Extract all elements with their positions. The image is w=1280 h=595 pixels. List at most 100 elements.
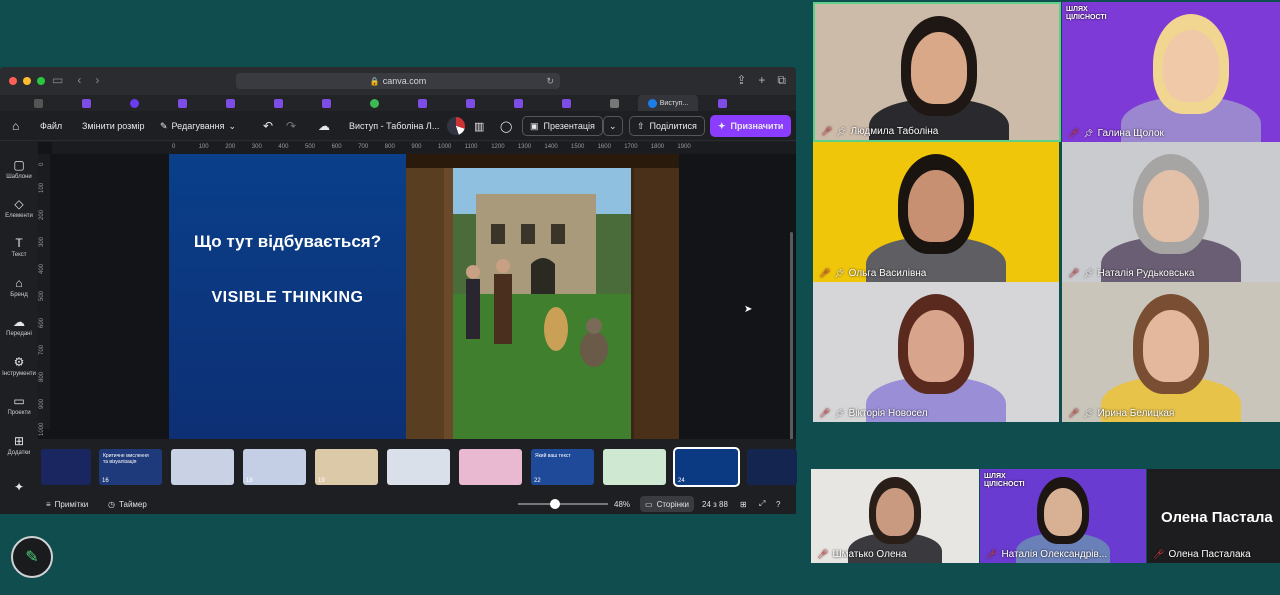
participant-tile[interactable]: Олена Пастала 🎤︎ Олена Пасталака — [1147, 469, 1280, 563]
resize-button[interactable]: Змінити розмір — [82, 111, 145, 141]
minimize-window-button[interactable] — [23, 77, 31, 85]
file-menu[interactable]: Файл — [40, 111, 62, 141]
share-icon[interactable]: ⇪ — [736, 73, 746, 88]
background-banner-text: ШЛЯХ ЦІЛІСНОСТІ — [1066, 6, 1107, 21]
participant-tile[interactable]: 🎤︎ 📌︎ Вікторія Новосел — [813, 282, 1059, 422]
tab-favicon-icon — [561, 98, 571, 108]
page-thumbnail[interactable]: 18 — [243, 449, 306, 485]
browser-tab[interactable] — [158, 95, 206, 111]
cloud-save-icon[interactable]: ☁ — [318, 111, 330, 141]
rail-item[interactable]: ⊞ Додатки — [0, 434, 38, 456]
browser-tab[interactable] — [698, 95, 746, 111]
pages-button[interactable]: ▭ Сторінки — [640, 496, 694, 512]
pencil-icon: ✎ — [25, 549, 39, 566]
browser-tab[interactable] — [590, 95, 638, 111]
page-thumbnail[interactable]: Критичне мислення та візуалізація 16 — [99, 449, 162, 485]
assign-button[interactable]: ✦ Призначити — [710, 115, 792, 137]
tab-overview-icon[interactable]: ⧉ — [777, 73, 786, 88]
url-text: canva.com — [382, 76, 427, 86]
muted-mic-icon: 🎤︎ — [1153, 549, 1165, 559]
participant-tile[interactable]: ШЛЯХ ЦІЛІСНОСТІ 🎤︎ Наталія Олександрів... — [980, 469, 1146, 563]
rail-item-label: Інструменти — [2, 371, 36, 377]
analytics-icon[interactable]: ▥ — [474, 111, 484, 141]
rail-item[interactable]: ☁ Передані — [0, 315, 38, 337]
close-window-button[interactable] — [9, 77, 17, 85]
address-bar[interactable]: 🔒 canva.com ↻ — [236, 73, 560, 89]
reload-icon[interactable]: ↻ — [546, 73, 554, 89]
browser-tab[interactable] — [446, 95, 494, 111]
slide-question[interactable]: Що тут відбувається? — [169, 232, 406, 252]
pencil-icon: ✎ — [160, 120, 168, 131]
presentation-button[interactable]: ▣ Презентація — [522, 116, 603, 136]
comment-icon[interactable]: ◯ — [500, 111, 512, 141]
annotate-pencil-button[interactable]: ✎ — [11, 536, 53, 578]
page-thumbnail[interactable] — [603, 449, 666, 485]
zoom-slider[interactable] — [518, 494, 608, 514]
page-thumbnail[interactable] — [41, 449, 91, 485]
browser-tab[interactable] — [14, 95, 62, 111]
page-thumbnail[interactable] — [459, 449, 522, 485]
sidebar-toggle-icon[interactable]: ▭ — [52, 73, 63, 87]
browser-tab[interactable] — [206, 95, 254, 111]
ruler-tick-label: 800 — [384, 144, 395, 150]
rail-item[interactable]: ◇ Елементи — [0, 197, 38, 219]
assign-icon: ✦ — [718, 120, 726, 131]
slide-image-door[interactable] — [406, 154, 679, 441]
new-tab-icon[interactable]: + — [758, 73, 765, 88]
presentation-options-button[interactable]: ⌄ — [603, 116, 623, 136]
editing-dropdown[interactable]: ✎ Редагування ⌄ — [160, 111, 236, 141]
zoom-slider-handle[interactable] — [550, 499, 560, 509]
page-thumbnail[interactable]: Який ваш текст 22 — [531, 449, 594, 485]
slide-subtitle[interactable]: VISIBLE THINKING — [169, 289, 406, 307]
user-avatar[interactable] — [447, 117, 465, 135]
browser-tab[interactable] — [398, 95, 446, 111]
canvas-vertical-scrollbar[interactable] — [790, 232, 793, 472]
pin-icon: 📌︎ — [836, 127, 847, 136]
browser-tab[interactable] — [542, 95, 590, 111]
rail-item[interactable]: ▢ Шаблони — [0, 158, 38, 180]
participant-tile[interactable]: 🎤︎ 📌︎ Наталія Рудьковська — [1062, 142, 1280, 282]
timer-button[interactable]: ◷ Таймер — [108, 494, 147, 514]
redo-icon[interactable]: ↷ — [286, 111, 296, 141]
share-button[interactable]: ⇧ Поділитися — [629, 116, 705, 136]
page-thumbnail[interactable]: 24 — [673, 447, 740, 487]
page-thumbnail[interactable] — [171, 449, 234, 485]
tab-favicon-icon — [417, 98, 427, 108]
document-title[interactable]: Виступ - Таболіна Л... — [349, 111, 439, 141]
back-icon[interactable]: ‹ — [77, 73, 81, 87]
ruler-tick-label: 1600 — [597, 144, 611, 150]
grid-view-icon[interactable]: ⊞ — [740, 494, 747, 514]
rail-item-label: Проекти — [7, 410, 31, 416]
participant-tile[interactable]: 🎤︎ 📌︎ Ольга Василівна — [813, 142, 1059, 282]
help-icon[interactable]: ? — [776, 494, 780, 514]
page-thumbnail[interactable] — [387, 449, 450, 485]
current-slide[interactable]: Що тут відбувається? VISIBLE THINKING — [169, 154, 679, 441]
browser-tab[interactable] — [110, 95, 158, 111]
browser-tab[interactable] — [254, 95, 302, 111]
rail-item[interactable]: ⌂ Бренд — [0, 276, 38, 298]
zoom-level[interactable]: 48% — [614, 494, 630, 514]
participant-tile[interactable]: ШЛЯХ ЦІЛІСНОСТІ 🎤︎ 📌︎ Галина Щолок — [1062, 2, 1280, 142]
rail-item[interactable]: ⚙ Інструменти — [0, 355, 38, 377]
undo-icon[interactable]: ↶ — [263, 111, 273, 141]
participant-tile[interactable]: 🎤︎ Шматько Олена — [811, 469, 979, 563]
fullscreen-icon[interactable]: ⤢ — [759, 494, 765, 514]
page-thumbnail[interactable]: 19 — [315, 449, 378, 485]
zoom-window-button[interactable] — [37, 77, 45, 85]
timer-label: Таймер — [118, 499, 147, 509]
browser-tab[interactable] — [302, 95, 350, 111]
rail-item[interactable]: ▭ Проекти — [0, 394, 38, 416]
browser-tab[interactable] — [350, 95, 398, 111]
forward-icon[interactable]: › — [95, 73, 99, 87]
notes-button[interactable]: ≡ Примітки — [46, 494, 88, 514]
participant-tile[interactable]: 🎤︎ 📌︎ Ирина Белицкая — [1062, 282, 1280, 422]
browser-tab[interactable] — [494, 95, 542, 111]
participant-tile[interactable]: 🎤︎ 📌︎ Людмила Таболіна — [813, 2, 1061, 142]
rail-item[interactable]: T Текст — [0, 236, 38, 258]
home-icon[interactable]: ⌂ — [12, 111, 19, 141]
page-thumbnail[interactable] — [747, 449, 797, 485]
ruler-tick-label: 1100 — [464, 144, 478, 150]
browser-tab-active[interactable]: Виступ... — [638, 95, 698, 111]
ruler-tick-label: 900 — [411, 144, 422, 150]
browser-tab[interactable] — [62, 95, 110, 111]
